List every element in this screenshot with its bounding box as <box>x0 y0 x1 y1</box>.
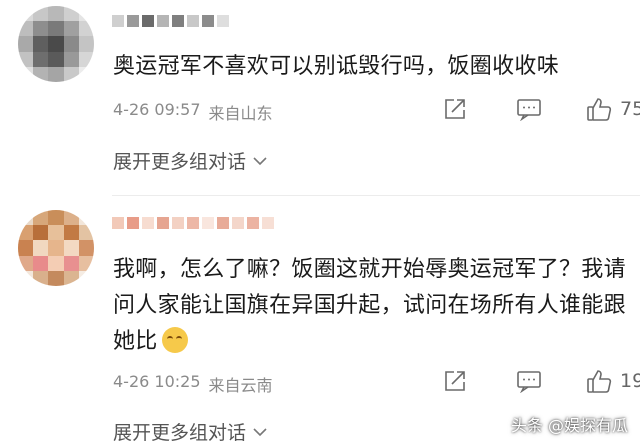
comment-2: 我啊，怎么了嘛？饭圈这就开始辱奥运冠军了？我请问人家能让国旗在异国升起，试问在场… <box>0 196 640 448</box>
like-count: 755 <box>620 98 640 120</box>
like-count: 191 <box>620 370 640 392</box>
comment-actions: 755 <box>440 96 640 122</box>
comment-location: 来自云南 <box>208 376 273 395</box>
expand-replies-label: 展开更多组对话 <box>113 422 247 444</box>
share-icon <box>445 371 465 391</box>
comment-1: 奥运冠军不喜欢可以别诋毁行吗，饭圈收收味 4-26 09:57 来自山东 755… <box>0 0 640 195</box>
comment-time: 4-26 09:57 <box>113 100 201 119</box>
like-button[interactable]: 191 <box>586 368 640 394</box>
comment-actions: 191 <box>440 368 640 394</box>
comment-meta: 4-26 10:25 来自云南 <box>113 372 273 396</box>
watermark: 头条 @娱探有瓜 <box>510 416 628 435</box>
thumbs-up-icon <box>587 370 612 393</box>
chevron-down-icon <box>253 427 267 436</box>
comment-button[interactable] <box>514 97 544 121</box>
comment-icon <box>517 99 541 121</box>
share-button[interactable] <box>440 97 470 121</box>
thumbs-up-icon <box>587 98 612 121</box>
comment-button[interactable] <box>514 369 544 393</box>
expand-replies-label: 展开更多组对话 <box>113 151 247 173</box>
share-icon <box>445 99 465 119</box>
chevron-down-icon <box>253 156 267 165</box>
expand-replies-link[interactable]: 展开更多组对话 <box>113 418 268 445</box>
comment-time: 4-26 10:25 <box>113 372 201 391</box>
username-blurred[interactable] <box>112 12 229 30</box>
avatar-blurred[interactable] <box>18 210 94 286</box>
comment-location: 来自山东 <box>208 104 273 123</box>
comment-text: 我啊，怎么了嘛？饭圈这就开始辱奥运冠军了？我请问人家能让国旗在异国升起，试问在场… <box>113 252 632 360</box>
username-blurred[interactable] <box>112 214 274 232</box>
comment-text: 奥运冠军不喜欢可以别诋毁行吗，饭圈收收味 <box>113 54 560 79</box>
comment-icon <box>517 371 541 393</box>
like-button[interactable]: 755 <box>586 96 640 122</box>
share-button[interactable] <box>440 369 470 393</box>
emoji-smirk-icon <box>161 327 188 353</box>
comment-text-content: 我啊，怎么了嘛？饭圈这就开始辱奥运冠军了？我请问人家能让国旗在异国升起，试问在场… <box>113 257 626 354</box>
expand-replies-link[interactable]: 展开更多组对话 <box>113 147 268 174</box>
comment-meta: 4-26 09:57 来自山东 <box>113 100 273 124</box>
avatar-blurred[interactable] <box>18 6 94 82</box>
